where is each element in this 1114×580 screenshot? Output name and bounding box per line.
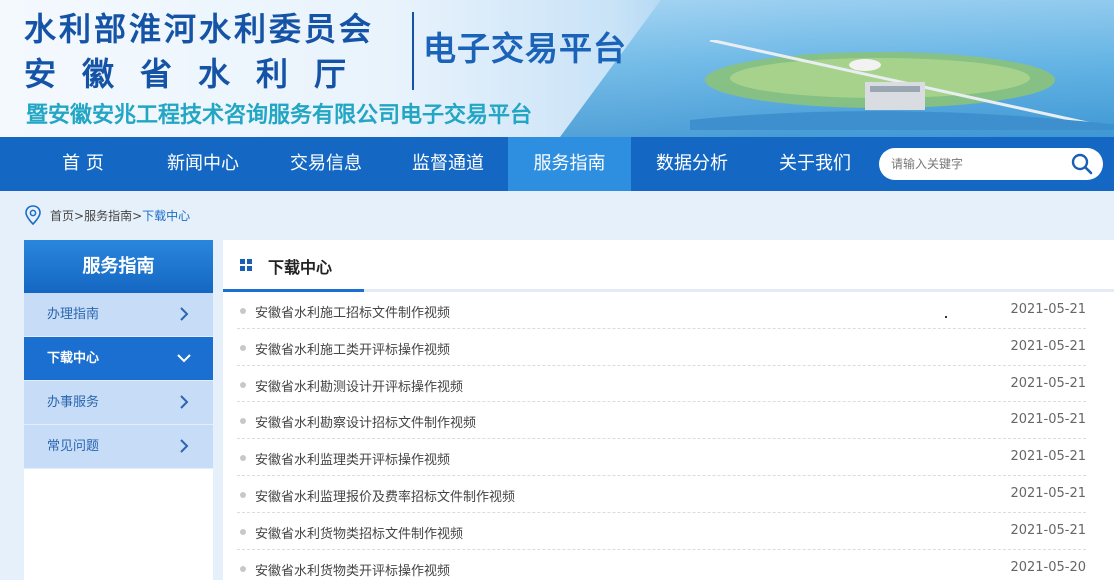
content-panel: 下载中心 安徽省水利施工招标文件制作视频 2021-05-21 安徽省水利施工类… (223, 240, 1114, 580)
dam-photo-illustration (690, 40, 1114, 130)
sidebar-item-download[interactable]: 下载中心 (24, 337, 213, 381)
org-name-line3: 暨安徽安兆工程技术咨询服务有限公司电子交易平台 (26, 103, 533, 128)
bullet-icon (240, 344, 246, 351)
search-icon[interactable] (1071, 153, 1093, 175)
list-item-date: 2021-05-21 (1010, 375, 1086, 391)
list-item[interactable]: 安徽省水利勘察设计招标文件制作视频 2021-05-21 (237, 402, 1086, 440)
panel-title: 下载中心 (268, 258, 333, 277)
panel-tab: 下载中心 (223, 240, 364, 292)
list-item-date: 2021-05-21 (1010, 412, 1086, 428)
list-item-date: 2021-05-21 (1010, 449, 1086, 465)
list-item-date: 2021-05-21 (1010, 485, 1086, 501)
list-item[interactable]: 安徽省水利施工类开评标操作视频 2021-05-21 (237, 329, 1086, 366)
grid-icon (240, 259, 252, 271)
list-item-title[interactable]: 安徽省水利货物类开评标操作视频 (255, 560, 450, 579)
panel-header: 下载中心 (223, 240, 1114, 292)
list-item-title[interactable]: 安徽省水利货物类招标文件制作视频 (255, 523, 463, 542)
bullet-icon (240, 418, 246, 425)
list-item-title[interactable]: 安徽省水利监理报价及费率招标文件制作视频 (255, 486, 515, 505)
search-box (879, 148, 1103, 180)
list-item[interactable]: 安徽省水利勘测设计开评标操作视频 2021-05-21 (237, 366, 1086, 403)
sidebar-item-label: 常见问题 (47, 439, 100, 454)
sidebar-item-guide[interactable]: 办理指南 (24, 293, 213, 337)
nav-trade-info[interactable]: 交易信息 (276, 137, 376, 191)
org-name-line1: 水利部淮河水利委员会 (24, 10, 375, 48)
bullet-icon (240, 565, 246, 572)
list-item[interactable]: 安徽省水利监理类开评标操作视频 2021-05-21 (237, 439, 1086, 476)
org-name-line2: 安徽省水利厅 (24, 55, 373, 93)
list-item[interactable]: 安徽省水利货物类开评标操作视频 2021-05-20 (237, 550, 1086, 580)
list-item-title[interactable]: 安徽省水利施工类开评标操作视频 (255, 339, 450, 358)
platform-title: 电子交易平台 (423, 29, 627, 68)
list-item-title[interactable]: 安徽省水利监理类开评标操作视频 (255, 449, 450, 468)
sidebar-item-label: 办理指南 (47, 307, 100, 322)
list-item-title[interactable]: 安徽省水利勘测设计开评标操作视频 (255, 376, 463, 395)
list-item-date: 2021-05-21 (1010, 338, 1086, 354)
bullet-icon (240, 528, 246, 535)
location-pin-icon (25, 205, 41, 225)
breadcrumb-parent[interactable]: 服务指南> (84, 207, 142, 224)
chevron-right-icon (180, 307, 189, 321)
bullet-icon (240, 455, 246, 462)
bullet-icon (240, 491, 246, 498)
nav-home[interactable]: 首 页 (44, 137, 122, 191)
list-item-title[interactable]: 安徽省水利勘察设计招标文件制作视频 (255, 412, 476, 431)
sidebar-title: 服务指南 (24, 240, 213, 293)
breadcrumb-current: 下载中心 (142, 208, 191, 223)
list-item[interactable]: 安徽省水利货物类招标文件制作视频 2021-05-21 (237, 513, 1086, 550)
sidebar-item-label: 下载中心 (47, 351, 100, 366)
header-divider (412, 12, 414, 90)
header-banner: 水利部淮河水利委员会 安徽省水利厅 电子交易平台 暨安徽安兆工程技术咨询服务有限… (0, 0, 1114, 137)
chevron-down-icon (177, 354, 191, 363)
bullet-icon (240, 381, 246, 388)
breadcrumb-home[interactable]: 首页> (50, 207, 84, 224)
download-list: 安徽省水利施工招标文件制作视频 2021-05-21 安徽省水利施工类开评标操作… (237, 292, 1086, 580)
chevron-right-icon (180, 395, 189, 409)
list-item-date: 2021-05-21 (1010, 522, 1086, 538)
nav-data-analysis[interactable]: 数据分析 (642, 137, 742, 191)
nav-service-guide[interactable]: 服务指南 (508, 137, 631, 191)
chevron-right-icon (180, 439, 189, 453)
list-item-title[interactable]: 安徽省水利施工招标文件制作视频 (255, 302, 450, 321)
bullet-icon (240, 308, 246, 314)
sidebar: 服务指南 办理指南 下载中心 办事服务 常见问题 (24, 240, 213, 580)
stray-dot (945, 316, 947, 318)
nav-about[interactable]: 关于我们 (765, 137, 865, 191)
list-item[interactable]: 安徽省水利监理报价及费率招标文件制作视频 2021-05-21 (237, 476, 1086, 513)
breadcrumb: 首页> 服务指南> 下载中心 (24, 205, 190, 225)
main-nav: 首 页 新闻中心 交易信息 监督通道 服务指南 数据分析 关于我们 (0, 137, 1114, 191)
sidebar-item-services[interactable]: 办事服务 (24, 381, 213, 425)
nav-supervision[interactable]: 监督通道 (398, 137, 498, 191)
list-item-date: 2021-05-21 (1010, 302, 1086, 317)
sidebar-item-faq[interactable]: 常见问题 (24, 425, 213, 469)
list-item-date: 2021-05-20 (1010, 559, 1086, 575)
sidebar-item-label: 办事服务 (47, 395, 100, 410)
nav-news[interactable]: 新闻中心 (153, 137, 253, 191)
search-input[interactable] (891, 148, 1061, 180)
list-item[interactable]: 安徽省水利施工招标文件制作视频 2021-05-21 (237, 292, 1086, 329)
